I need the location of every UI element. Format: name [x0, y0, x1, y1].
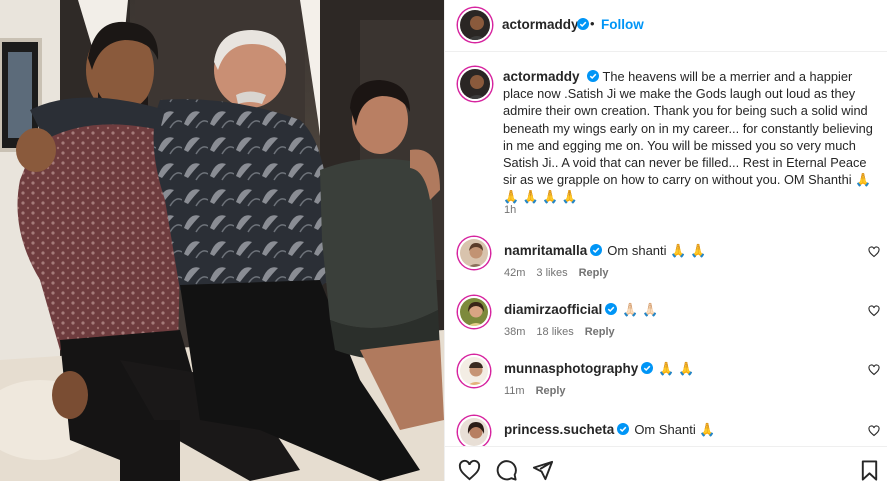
comment-text: 🙏🏻 🙏🏻: [622, 302, 659, 317]
commenter-avatar[interactable]: [458, 296, 490, 328]
commenter-avatar[interactable]: [458, 355, 490, 387]
comment-age[interactable]: 42m: [504, 267, 525, 279]
commenter-avatar[interactable]: [458, 237, 490, 269]
heart-icon[interactable]: [868, 305, 880, 317]
comment-line: namritamalla Om shanti 🙏 🙏: [504, 243, 706, 259]
commenter-username[interactable]: munnasphotography: [504, 361, 638, 376]
verified-badge-icon: [577, 18, 589, 30]
comment-age[interactable]: 11m: [504, 385, 525, 397]
reply-button[interactable]: Reply: [579, 267, 609, 279]
author-avatar[interactable]: [458, 8, 492, 42]
photo-illustration: [0, 0, 444, 481]
commenter-username[interactable]: diamirzaofficial: [504, 302, 602, 317]
caption-avatar[interactable]: [458, 67, 492, 101]
reply-button[interactable]: Reply: [585, 326, 615, 338]
comment-likes[interactable]: 3 likes: [536, 267, 567, 279]
comment-line: princess.sucheta Om Shanti 🙏: [504, 422, 716, 438]
heart-icon[interactable]: [868, 246, 880, 258]
comment-likes[interactable]: 18 likes: [536, 326, 573, 338]
comment-item: namritamalla Om shanti 🙏 🙏 42m 3 likes Repl…: [445, 237, 887, 289]
comment-text: 🙏 🙏: [658, 361, 695, 376]
verified-badge-icon: [586, 70, 599, 82]
comment-meta: 11m Reply: [504, 385, 577, 397]
post-header: actormaddy • Follow: [445, 0, 887, 52]
commenter-avatar[interactable]: [458, 416, 490, 448]
caption-username[interactable]: actormaddy: [503, 69, 580, 84]
post-photo[interactable]: [0, 0, 444, 481]
comment-age[interactable]: 38m: [504, 326, 525, 338]
heart-icon[interactable]: [458, 459, 481, 481]
post-side-panel: actormaddy • Follow actormaddy The heaven…: [444, 0, 887, 481]
commenter-username[interactable]: namritamalla: [504, 243, 587, 258]
comment-item: munnasphotography 🙏 🙏 11m Reply: [445, 355, 887, 407]
caption-body: The heavens will be a merrier and a happ…: [503, 69, 873, 205]
comment-text: Om Shanti 🙏: [634, 422, 716, 437]
header-separator: •: [590, 16, 595, 31]
comment-line: munnasphotography 🙏 🙏: [504, 361, 694, 377]
comment-meta: 42m 3 likes Reply: [504, 267, 620, 279]
share-icon[interactable]: [531, 459, 554, 481]
caption-text-block: actormaddy The heavens will be a merrier …: [503, 68, 879, 206]
author-username[interactable]: actormaddy: [502, 17, 579, 32]
comment-item: diamirzaofficial 🙏🏻 🙏🏻 38m 18 likes Reply: [445, 296, 887, 348]
verified-badge-icon: [605, 303, 618, 315]
verified-badge-icon: [617, 423, 630, 435]
commenter-username[interactable]: princess.sucheta: [504, 422, 614, 437]
comment-line: diamirzaofficial 🙏🏻 🙏🏻: [504, 302, 658, 318]
heart-icon[interactable]: [868, 364, 880, 376]
save-icon[interactable]: [858, 459, 881, 481]
verified-badge-icon: [590, 244, 603, 256]
verified-badge-icon: [641, 362, 654, 374]
comment-text: Om shanti 🙏 🙏: [607, 243, 707, 258]
reply-button[interactable]: Reply: [536, 385, 566, 397]
caption-timestamp[interactable]: 1h: [504, 204, 516, 216]
comment-icon[interactable]: [495, 459, 518, 481]
heart-icon[interactable]: [868, 425, 880, 437]
follow-button[interactable]: Follow: [601, 17, 644, 32]
post-action-bar: [445, 446, 887, 481]
comment-meta: 38m 18 likes Reply: [504, 326, 626, 338]
